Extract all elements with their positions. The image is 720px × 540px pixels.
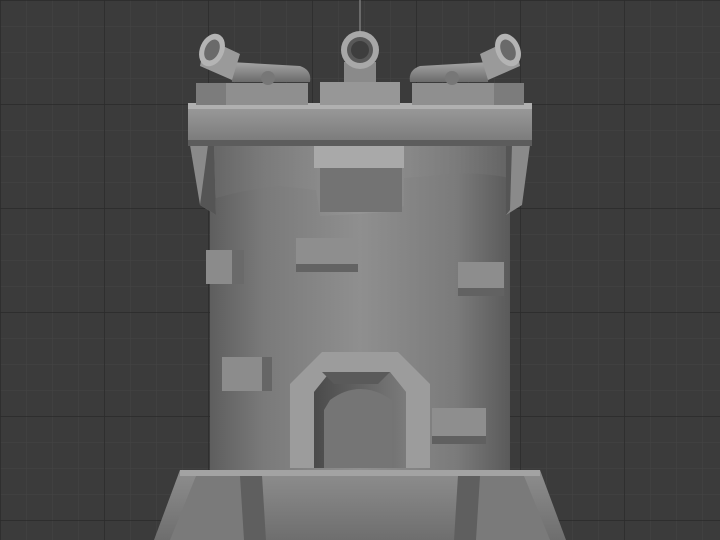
- base-plinth: [154, 470, 566, 540]
- stone-block-shade: [262, 357, 272, 391]
- stone-block-shade: [232, 250, 244, 284]
- stone-block-shade: [296, 264, 358, 272]
- arched-door: [290, 352, 430, 468]
- top-block-left-face: [196, 83, 226, 105]
- parapet: [188, 103, 532, 145]
- tower-model[interactable]: [154, 30, 566, 540]
- top-block-center: [320, 82, 400, 105]
- viewport-canvas[interactable]: [0, 0, 720, 540]
- 3d-viewport[interactable]: [0, 0, 720, 540]
- window-slot-shadow: [320, 168, 402, 212]
- cannon-center-icon: [341, 31, 379, 82]
- stone-block-shade: [432, 436, 486, 444]
- stone-block-shade: [458, 288, 504, 296]
- top-block-right-face: [494, 83, 524, 105]
- window-slot: [314, 146, 404, 168]
- parapet-shadow: [188, 140, 532, 146]
